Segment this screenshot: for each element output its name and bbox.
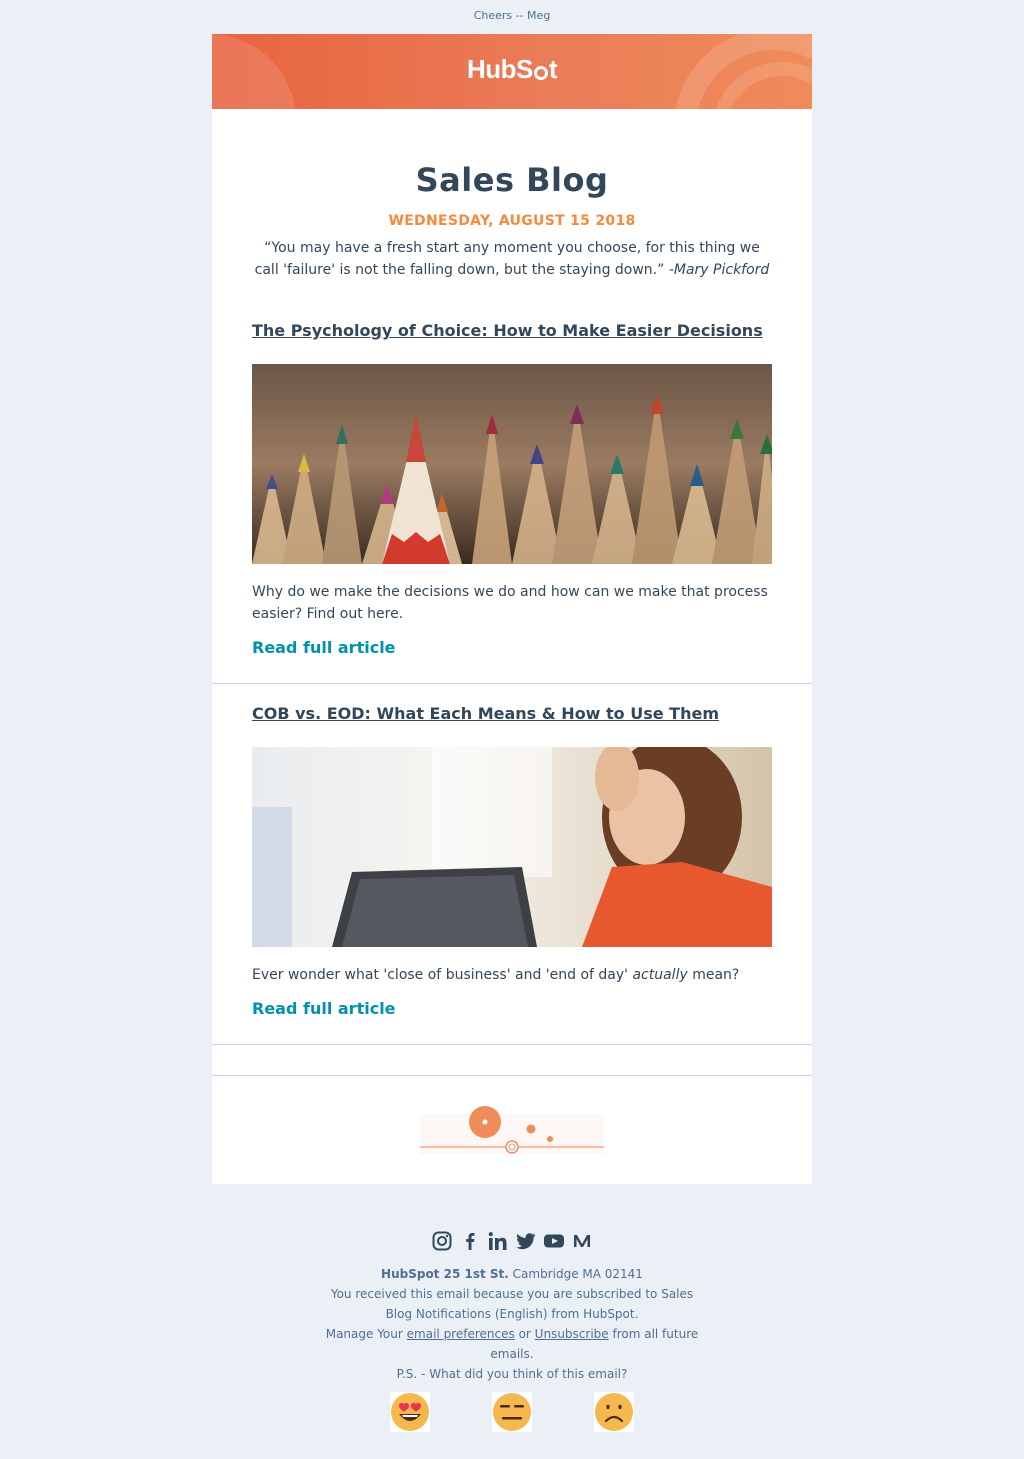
- instagram-icon[interactable]: [431, 1230, 453, 1252]
- article-1-summary: Why do we make the decisions we do and h…: [252, 584, 768, 622]
- youtube-icon[interactable]: [543, 1230, 565, 1252]
- summary-part-1: Ever wonder what 'close of business' and…: [252, 967, 629, 983]
- content-card: Sales Blog WEDNESDAY, AUGUST 15 2018 “Yo…: [212, 109, 812, 1184]
- logo-text-start: HubS: [466, 54, 533, 84]
- article-1-read-link[interactable]: Read full article: [252, 638, 396, 657]
- article-2-summary: Ever wonder what 'close of business' and…: [252, 964, 772, 986]
- article-2-read-link[interactable]: Read full article: [252, 999, 396, 1018]
- article-1-heading: The Psychology of Choice: How to Make Ea…: [252, 319, 772, 343]
- feedback-emojis: [212, 1392, 812, 1432]
- article-2-heading: COB vs. EOD: What Each Means & How to Us…: [252, 702, 772, 726]
- feedback-prompt: P.S. - What did you think of this email?: [396, 1367, 628, 1381]
- manage-preferences: Manage Your email preferences or Unsubsc…: [212, 1324, 812, 1364]
- manage-or: or: [518, 1327, 531, 1341]
- article-1-title-link[interactable]: The Psychology of Choice: How to Make Ea…: [252, 321, 763, 340]
- article-2-title-link[interactable]: COB vs. EOD: What Each Means & How to Us…: [252, 704, 719, 723]
- neutral-emoji[interactable]: [492, 1392, 532, 1432]
- company-name: HubSpot 25 1st St.: [381, 1267, 509, 1281]
- medium-icon[interactable]: [571, 1230, 593, 1252]
- quote: “You may have a fresh start any moment y…: [252, 237, 772, 281]
- decorative-graphic: [212, 1076, 812, 1184]
- email-preferences-link[interactable]: email preferences: [407, 1327, 515, 1341]
- facebook-icon[interactable]: [459, 1230, 481, 1252]
- twitter-icon[interactable]: [515, 1230, 537, 1252]
- stressed-woman-laptop-image[interactable]: [252, 747, 772, 947]
- linkedin-icon[interactable]: [487, 1230, 509, 1252]
- colored-pencils-image[interactable]: [252, 364, 772, 564]
- summary-emphasis: actually: [632, 967, 688, 983]
- logo-text-end: t: [548, 54, 558, 84]
- newsletter-date: WEDNESDAY, AUGUST 15 2018: [388, 213, 636, 229]
- footer: HubSpot 25 1st St. Cambridge MA 02141 Yo…: [212, 1198, 812, 1432]
- social-links: [212, 1230, 812, 1252]
- manage-prefix: Manage Your: [325, 1327, 403, 1341]
- section-spacer: [212, 1045, 812, 1076]
- article-1: The Psychology of Choice: How to Make Ea…: [212, 309, 812, 684]
- subscription-notice: You received this email because you are …: [330, 1287, 694, 1321]
- company-city: Cambridge MA 02141: [512, 1267, 643, 1281]
- newsletter-title: Sales Blog: [415, 161, 609, 199]
- header-banner: HubS t: [212, 34, 812, 109]
- email-body: HubS t Sales Blog WEDNESDAY, AUGUST 15 20…: [212, 34, 812, 1184]
- quote-author: -Mary Pickford: [668, 262, 770, 278]
- sad-emoji[interactable]: [594, 1392, 634, 1432]
- article-2: COB vs. EOD: What Each Means & How to Us…: [212, 684, 812, 1045]
- hero-section: Sales Blog WEDNESDAY, AUGUST 15 2018 “Yo…: [212, 109, 812, 309]
- preheader-text: Cheers -- Meg: [473, 9, 551, 22]
- sprocket-icon: [533, 66, 548, 80]
- hubspot-logo[interactable]: HubS t: [212, 54, 812, 85]
- love-eyes-emoji[interactable]: [390, 1392, 430, 1432]
- summary-part-2: mean?: [692, 967, 740, 983]
- company-address: HubSpot 25 1st St. Cambridge MA 02141: [212, 1264, 812, 1284]
- unsubscribe-link[interactable]: Unsubscribe: [535, 1327, 609, 1341]
